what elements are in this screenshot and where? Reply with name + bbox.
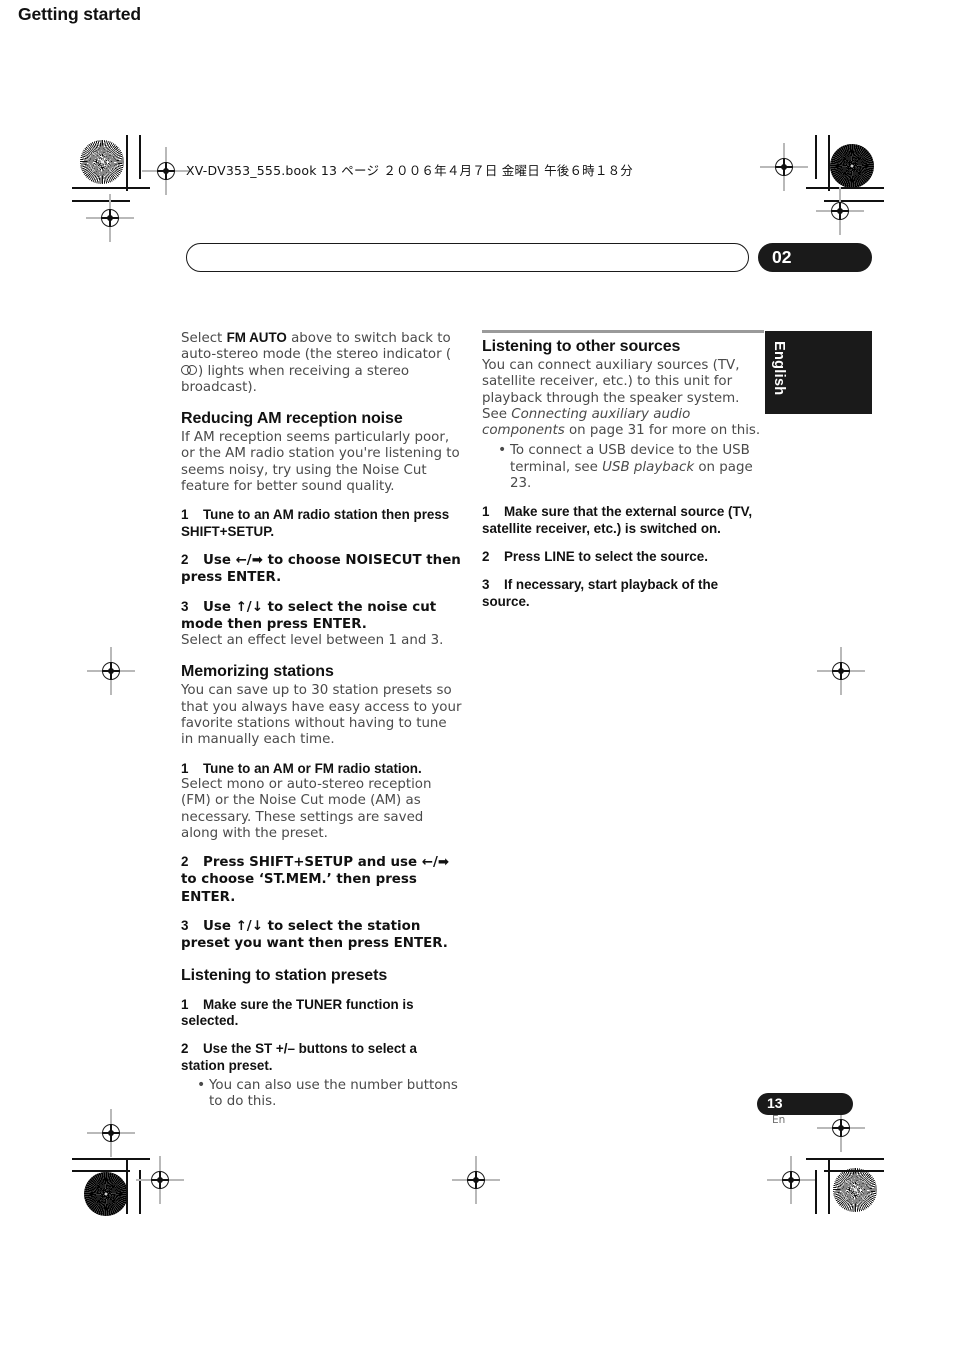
heading-memorizing-stations: Memorizing stations — [181, 663, 334, 681]
page-number-badge: 13 — [757, 1093, 853, 1115]
other-sources-intro: You can connect auxiliary sources (TV, s… — [482, 358, 764, 439]
crop-mark-bottom-right-v — [828, 1158, 830, 1214]
registration-mark-upper-right-side — [816, 187, 864, 235]
chapter-number-label: 02 — [772, 247, 792, 267]
step-text: Tune to an AM or FM radio station. — [203, 760, 422, 776]
registration-mark-bottom-right — [767, 1156, 815, 1204]
step-number: 3 — [482, 577, 490, 593]
step-presets-1: 1 Make sure the TUNER function is selecte… — [181, 997, 463, 1030]
registration-mark-bottom-left — [136, 1156, 184, 1204]
right-text-column: Listening to other sources You can conne… — [482, 330, 764, 610]
step-number: 1 — [181, 760, 189, 776]
intro-after: ) lights when receiving a stereo broadca… — [181, 363, 410, 395]
folio-language-code: En — [772, 1114, 786, 1126]
step-other-sources-2: 2 Press LINE to select the source. — [482, 549, 764, 565]
fm-auto-label: FM AUTO — [226, 330, 287, 345]
registration-mark-lower-left-side — [87, 1109, 135, 1157]
intro-paragraph: Select FM AUTO above to switch back to a… — [181, 330, 463, 396]
crop-mark-bottom-right-h2 — [824, 1170, 884, 1172]
crop-mark-bottom-left-h — [72, 1158, 150, 1160]
step-text: Press LINE to select the source. — [504, 548, 708, 564]
registration-mark-mid-left — [87, 647, 135, 695]
heading-listening-to-other-sources: Listening to other sources — [482, 338, 681, 355]
stereo-indicator-icon — [181, 364, 198, 376]
page-number-label: 13 — [767, 1095, 783, 1111]
crop-mark-bottom-right-h — [806, 1158, 884, 1160]
list-item: To connect a USB device to the USB termi… — [498, 442, 764, 492]
step-text: Make sure the TUNER function is selected… — [181, 996, 414, 1028]
step-text: Press SHIFT+SETUP and use ←/➡ to choose … — [181, 855, 450, 905]
crop-mark-top-right-v2 — [815, 135, 817, 179]
step-number: 1 — [482, 504, 490, 520]
reducing-noise-intro: If AM reception seems particularly poor,… — [181, 430, 460, 495]
step-number: 1 — [181, 996, 189, 1012]
step-presets-2: 2 Use the ST +/– buttons to select a stat… — [181, 1041, 463, 1074]
crop-mark-top-left-v — [126, 135, 128, 191]
crop-mark-top-left-h — [72, 187, 150, 189]
step-reducing-3-note: Select an effect level between 1 and 3. — [181, 633, 444, 649]
other-sources-intro-part2: on page 31 for more on this. — [564, 423, 761, 439]
cross-reference-usb-playback: USB playback — [602, 459, 695, 475]
step-text: Tune to an AM radio station then press S… — [181, 507, 450, 539]
registration-mark-bottom-center — [452, 1156, 500, 1204]
color-target-top-left — [80, 140, 124, 184]
step-text: If necessary, start playback of the sour… — [482, 577, 719, 609]
step-text: Use ←/➡ to choose NOISECUT then press EN… — [181, 552, 461, 586]
crop-mark-bottom-left-h2 — [72, 1170, 130, 1172]
left-text-column: Select FM AUTO above to switch back to a… — [181, 330, 463, 1111]
step-reducing-1: 1 Tune to an AM radio station then press … — [181, 507, 463, 540]
step-text: Make sure that the external source (TV, … — [482, 504, 753, 536]
step-number: 1 — [181, 507, 189, 523]
heading-listening-to-station-presets: Listening to station presets — [181, 966, 388, 984]
crop-mark-bottom-right-v2 — [815, 1170, 817, 1214]
step-number: 2 — [181, 854, 189, 870]
step-text: Use ↑/↓ to select the noise cut mode the… — [181, 599, 437, 632]
color-target-bottom-right — [833, 1168, 877, 1212]
step-other-sources-1: 1 Make sure that the external source (TV,… — [482, 504, 764, 537]
crop-mark-top-left-h2 — [72, 200, 130, 202]
step-number: 3 — [181, 598, 189, 614]
crop-mark-top-left-v2 — [139, 135, 141, 179]
step-reducing-3: 3 Use ↑/↓ to select the noise cut mode th… — [181, 599, 463, 634]
crop-mark-top-right-v — [828, 135, 830, 191]
step-memorizing-2: 2 Press SHIFT+SETUP and use ←/➡ to choose… — [181, 854, 463, 906]
chapter-number-badge: 02 — [758, 243, 872, 272]
heading-reducing-am-reception-noise: Reducing AM reception noise — [181, 410, 403, 428]
memorizing-intro: You can save up to 30 station presets so… — [181, 683, 462, 748]
step-number: 2 — [181, 551, 189, 567]
step-memorizing-1: 1 Tune to an AM or FM radio station. — [181, 761, 463, 777]
step-number: 2 — [181, 1041, 189, 1057]
crop-mark-bottom-left-v — [126, 1158, 128, 1214]
running-head-bar — [186, 243, 749, 272]
file-slug-line: XV-DV353_555.book 13 ページ ２００６年４月７日 金曜日 午… — [186, 163, 633, 178]
registration-mark-mid-right — [817, 647, 865, 695]
step-reducing-2: 2 Use ←/➡ to choose NOISECUT then press E… — [181, 552, 463, 587]
crop-mark-top-right-h — [806, 187, 884, 189]
intro-before: Select — [181, 331, 227, 346]
running-head-title: Getting started — [18, 4, 141, 24]
other-sources-bullet-list: To connect a USB device to the USB termi… — [482, 442, 764, 492]
step-text: Use ↑/↓ to select the station preset you… — [181, 919, 448, 952]
registration-mark-lower-right-side — [817, 1104, 865, 1152]
crop-mark-bottom-left-v2 — [139, 1170, 141, 1214]
registration-mark-top-right — [760, 143, 808, 191]
color-target-bottom-left — [84, 1172, 128, 1216]
registration-mark-upper-left-side — [86, 194, 134, 242]
step-memorizing-1-note: Select mono or auto-stereo reception (FM… — [181, 776, 432, 841]
section-divider-rule — [482, 330, 764, 333]
step-memorizing-3: 3 Use ↑/↓ to select the station preset yo… — [181, 918, 463, 953]
list-item: You can also use the number buttons to d… — [197, 1077, 463, 1111]
step-number: 3 — [181, 918, 189, 934]
step-other-sources-3: 3 If necessary, start playback of the sou… — [482, 577, 764, 610]
language-tab: English — [765, 331, 872, 414]
language-tab-label: English — [771, 341, 787, 396]
color-target-top-right — [830, 144, 874, 188]
step-text: Use the ST +/– buttons to select a stati… — [181, 1041, 417, 1073]
registration-mark-top-left — [142, 147, 190, 195]
presets-bullet-list: You can also use the number buttons to d… — [181, 1077, 463, 1111]
step-number: 2 — [482, 548, 490, 564]
